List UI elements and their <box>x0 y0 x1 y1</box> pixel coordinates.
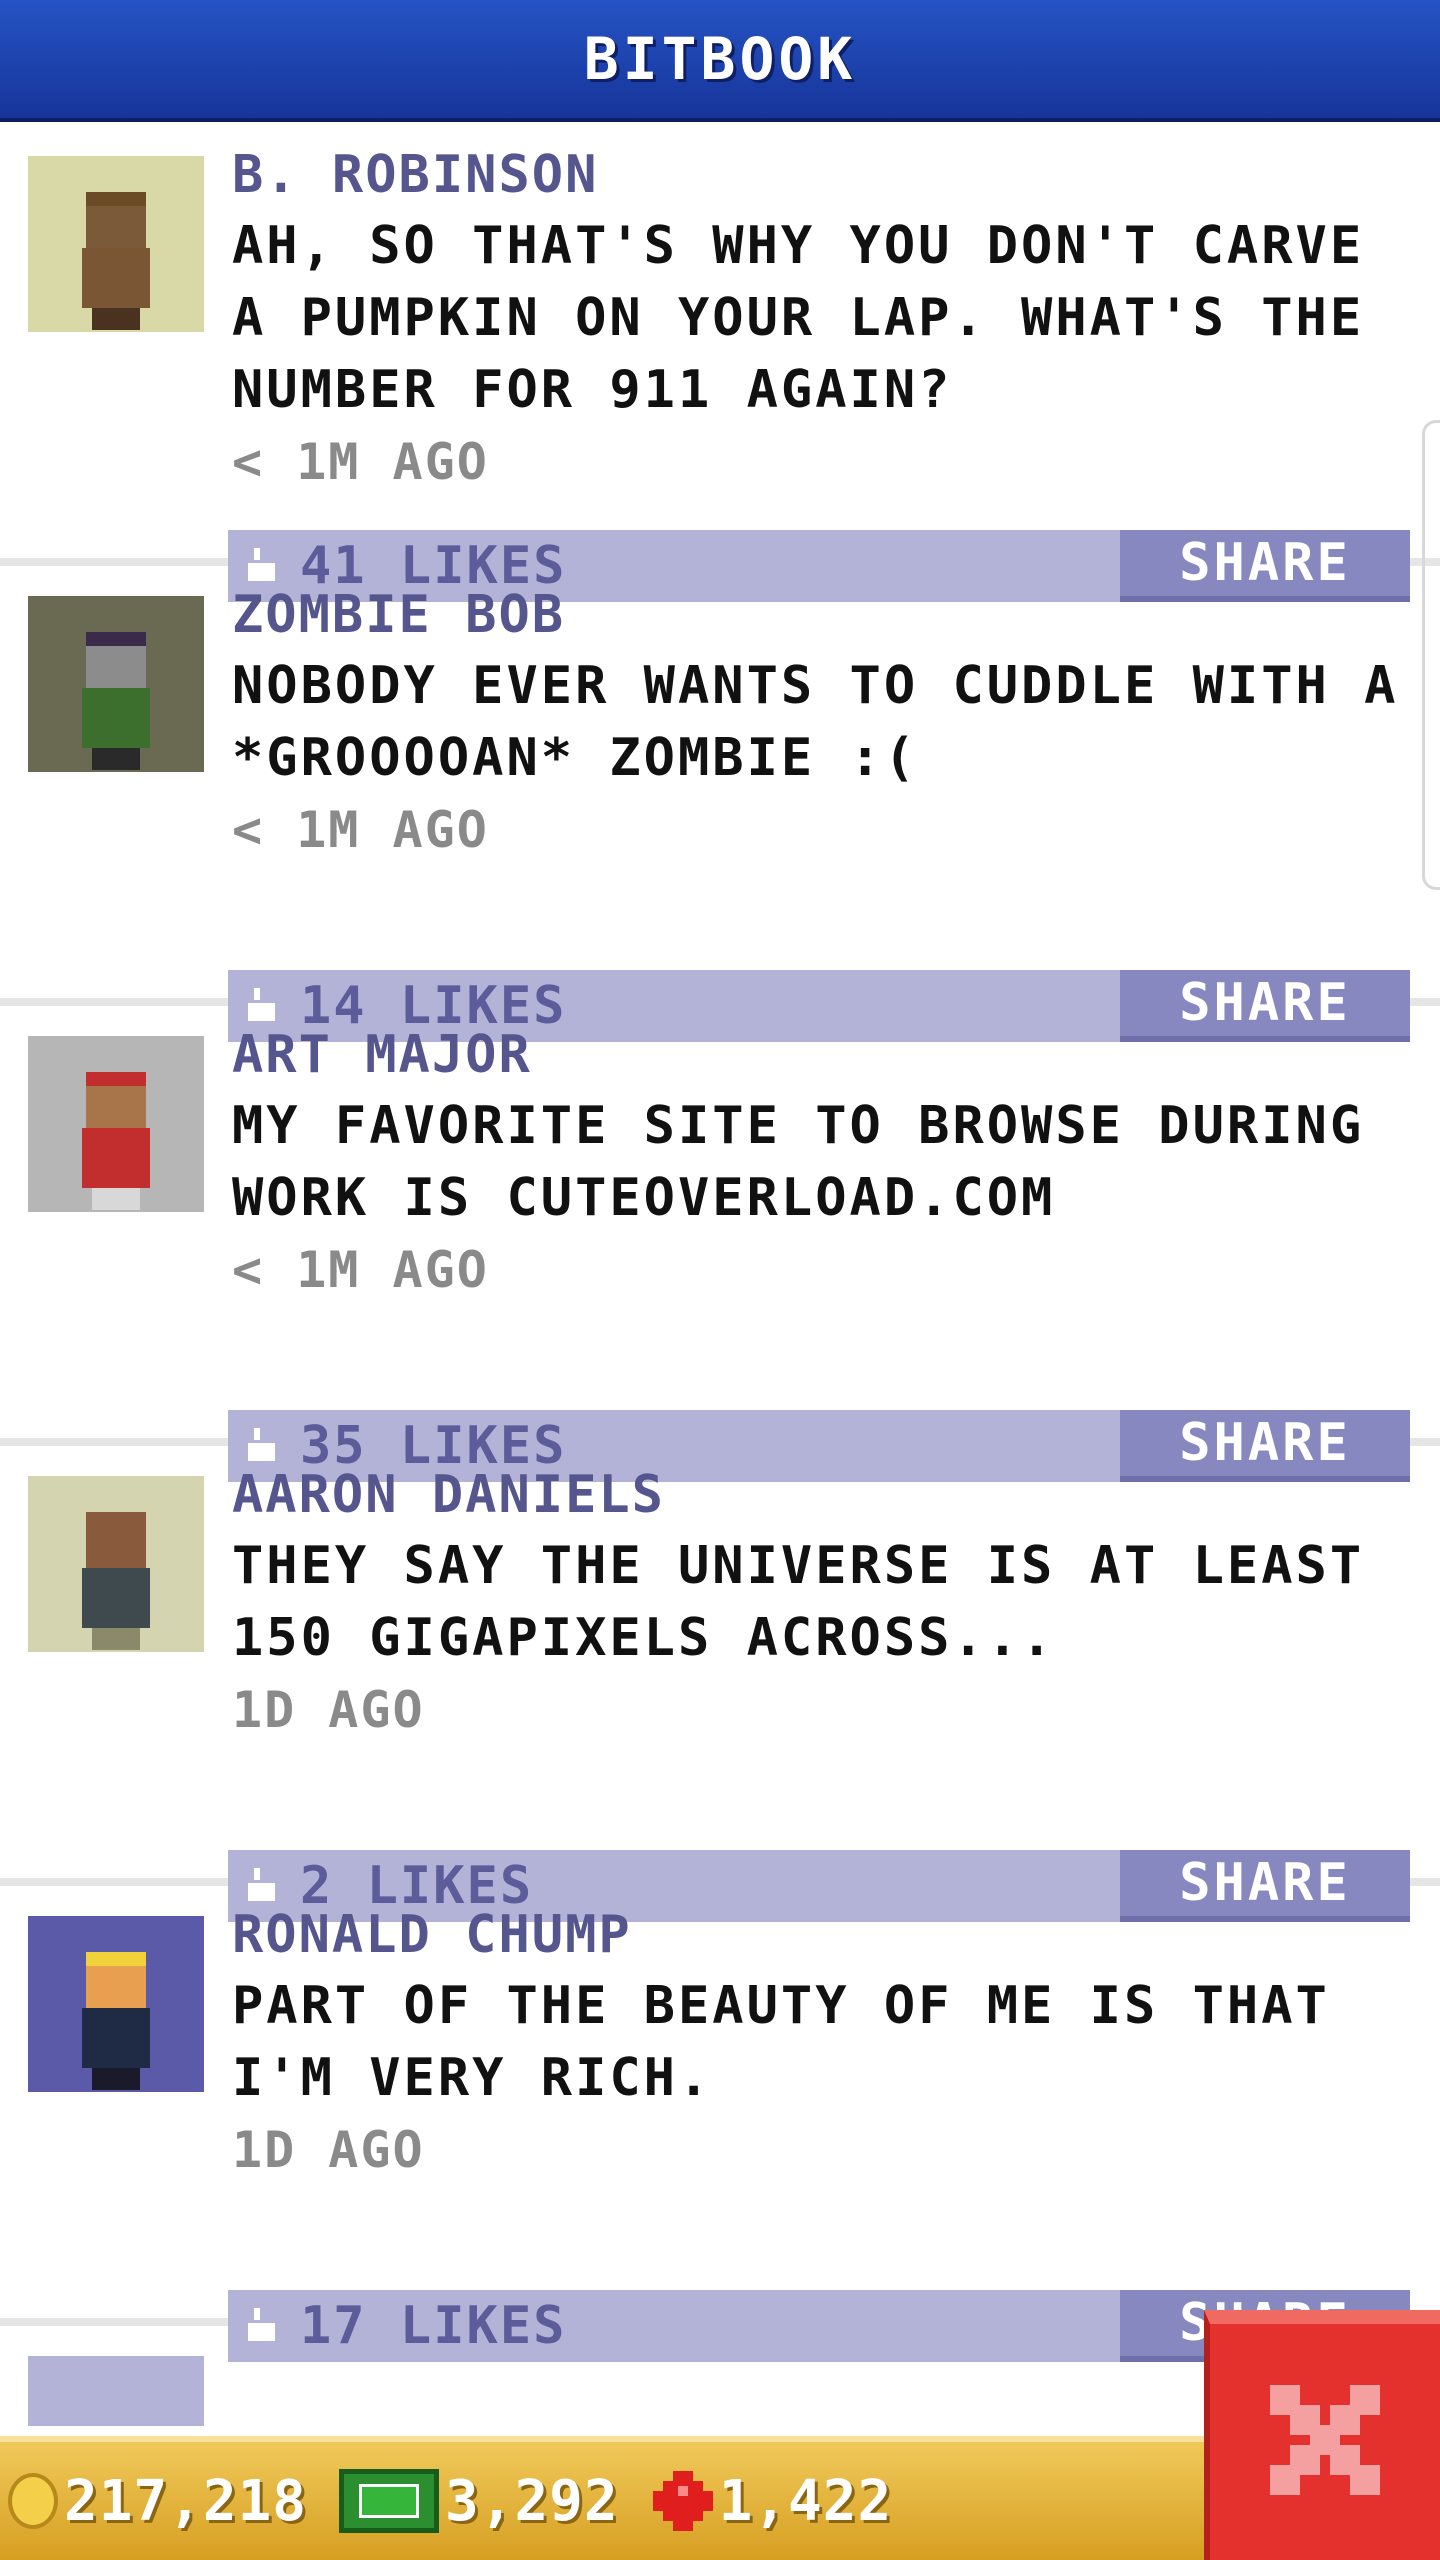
post-content: RONALD CHUMP PART OF THE BEAUTY OF ME IS… <box>232 1900 1422 2186</box>
feed-post: AARON DANIELS THEY SAY THE UNIVERSE IS A… <box>0 1446 1440 1922</box>
character-sprite-icon <box>68 1502 164 1652</box>
coins-display: 217,218 <box>8 2469 307 2534</box>
post-timestamp: 1D AGO <box>232 2121 425 2179</box>
close-icon <box>1270 2385 1380 2499</box>
post-author[interactable]: B. ROBINSON <box>232 140 1422 210</box>
app-header: BITBOOK <box>0 0 1440 122</box>
scroll-indicator[interactable] <box>1422 420 1440 890</box>
page-title: BITBOOK <box>583 25 857 93</box>
feed-post: B. ROBINSON AH, SO THAT'S WHY YOU DON'T … <box>0 126 1440 602</box>
feed-post: ART MAJOR MY FAVORITE SITE TO BROWSE DUR… <box>0 1006 1440 1482</box>
post-timestamp: 1D AGO <box>232 1681 425 1739</box>
post-timestamp: < 1M AGO <box>232 433 489 491</box>
post-content: ZOMBIE BOB NOBODY EVER WANTS TO CUDDLE W… <box>232 580 1422 866</box>
gems-display: 1,422 <box>627 2469 893 2534</box>
coins-value: 217,218 <box>64 2468 308 2534</box>
avatar <box>28 156 204 332</box>
avatar <box>28 596 204 772</box>
bitbook-screen: BITBOOK B. ROBINSON AH, SO THAT'S WHY YO… <box>0 0 1440 2560</box>
bellhop-sprite-icon <box>68 1062 164 1212</box>
zombie-sprite-icon <box>68 622 164 772</box>
bux-value: 3,292 <box>445 2468 619 2534</box>
gems-value: 1,422 <box>718 2468 893 2534</box>
close-button[interactable] <box>1204 2310 1440 2560</box>
post-author[interactable]: AARON DANIELS <box>232 1460 1422 1530</box>
post-content: ART MAJOR MY FAVORITE SITE TO BROWSE DUR… <box>232 1020 1422 1306</box>
post-message: MY FAVORITE SITE TO BROWSE DURING WORK I… <box>232 1096 1365 1228</box>
post-author[interactable]: ZOMBIE BOB <box>232 580 1422 650</box>
post-message: NOBODY EVER WANTS TO CUDDLE WITH A *GROO… <box>232 656 1399 788</box>
avatar <box>28 2356 204 2426</box>
avatar <box>28 1916 204 2092</box>
avatar <box>28 1476 204 1652</box>
post-author[interactable]: ART MAJOR <box>232 1020 1422 1090</box>
post-message: AH, SO THAT'S WHY YOU DON'T CARVE A PUMP… <box>232 216 1365 420</box>
post-author[interactable]: RONALD CHUMP <box>232 1900 1422 1970</box>
post-timestamp: < 1M AGO <box>232 801 489 859</box>
character-sprite-icon <box>68 1942 164 2092</box>
post-timestamp: < 1M AGO <box>232 1241 489 1299</box>
post-content: AARON DANIELS THEY SAY THE UNIVERSE IS A… <box>232 1460 1422 1746</box>
bux-icon <box>339 2469 440 2533</box>
character-sprite-icon <box>68 182 164 332</box>
post-message: PART OF THE BEAUTY OF ME IS THAT I'M VER… <box>232 1976 1330 2108</box>
coin-icon <box>8 2473 58 2529</box>
feed-post: RONALD CHUMP PART OF THE BEAUTY OF ME IS… <box>0 1886 1440 2362</box>
avatar <box>28 1036 204 1212</box>
bitbook-feed[interactable]: B. ROBINSON AH, SO THAT'S WHY YOU DON'T … <box>0 126 1440 2426</box>
post-message: THEY SAY THE UNIVERSE IS AT LEAST 150 GI… <box>232 1536 1365 1668</box>
gem-icon <box>652 2471 713 2531</box>
feed-post: ZOMBIE BOB NOBODY EVER WANTS TO CUDDLE W… <box>0 566 1440 1042</box>
post-content: B. ROBINSON AH, SO THAT'S WHY YOU DON'T … <box>232 140 1422 498</box>
bux-display: 3,292 <box>315 2469 619 2534</box>
